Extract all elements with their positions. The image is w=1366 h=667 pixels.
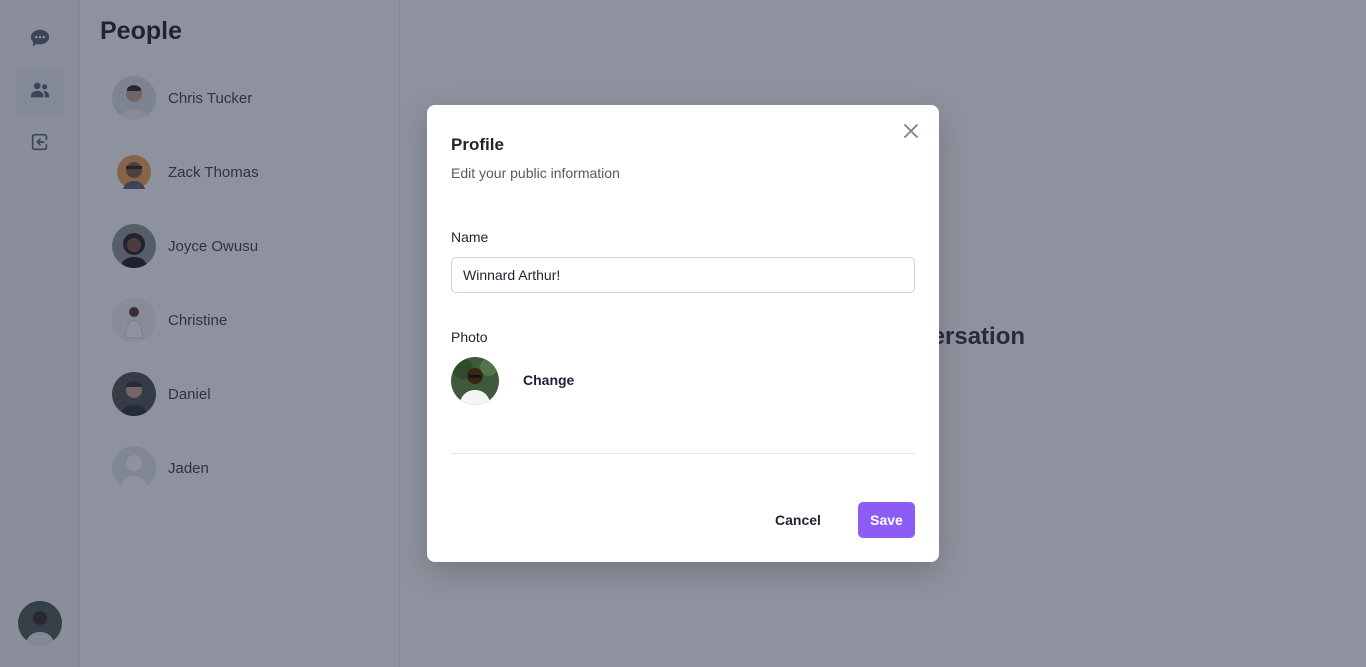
cancel-button[interactable]: Cancel [763, 502, 833, 538]
name-input[interactable] [451, 257, 915, 293]
name-label: Name [451, 229, 489, 245]
close-icon [903, 123, 919, 144]
profile-modal: Profile Edit your public information Nam… [427, 105, 939, 562]
modal-subtitle: Edit your public information [451, 165, 620, 181]
divider [451, 453, 915, 454]
profile-photo [451, 357, 499, 405]
close-button[interactable] [901, 123, 921, 143]
photo-label: Photo [451, 329, 488, 345]
change-photo-button[interactable]: Change [523, 372, 574, 388]
save-button[interactable]: Save [858, 502, 915, 538]
modal-title: Profile [451, 135, 504, 154]
